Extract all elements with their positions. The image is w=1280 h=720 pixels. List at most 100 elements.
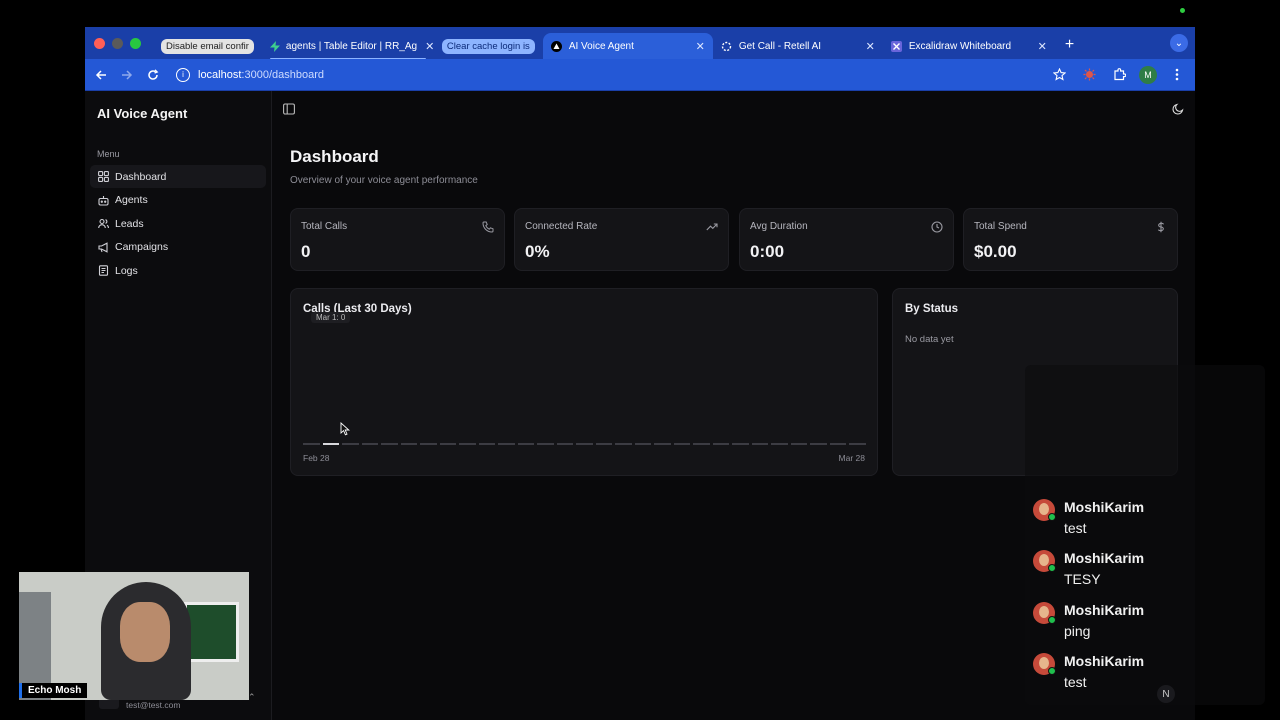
moon-icon[interactable]	[1172, 102, 1185, 115]
chart-bar[interactable]	[478, 443, 496, 445]
close-tab-icon[interactable]: ✕	[1038, 40, 1047, 53]
mouse-cursor-icon	[340, 421, 350, 436]
reload-icon[interactable]	[140, 62, 166, 88]
site-info-icon[interactable]: i	[176, 67, 190, 82]
chart-bar[interactable]	[361, 443, 379, 445]
close-window-button[interactable]	[94, 37, 105, 49]
chart-bar[interactable]	[322, 443, 340, 445]
dollar-icon	[1155, 220, 1167, 233]
chart-bar[interactable]	[498, 443, 515, 445]
chart-bar[interactable]	[537, 443, 554, 445]
sidebar-item-dashboard[interactable]: Dashboard	[90, 165, 266, 188]
stat-card-connected-rate: Connected Rate 0%	[514, 208, 729, 271]
online-badge-icon	[1048, 616, 1056, 624]
webcam-board	[184, 602, 239, 662]
chart-bar[interactable]	[732, 443, 749, 445]
supabase-icon	[269, 40, 280, 52]
logs-icon	[97, 265, 109, 277]
tab-disable-email[interactable]: Disable email confir	[153, 33, 262, 59]
online-badge-icon	[1048, 513, 1056, 521]
chart-bar[interactable]	[459, 443, 476, 445]
tab-label: Clear cache login is	[441, 38, 535, 54]
chart-bar[interactable]	[712, 443, 730, 445]
sidebar-item-logs[interactable]: Logs	[90, 259, 266, 282]
chart-bar[interactable]	[771, 443, 788, 445]
sidebar-item-leads[interactable]: Leads	[90, 212, 266, 235]
calls-chart-panel: Calls (Last 30 Days) Mar 1: 0 Feb 28 Mar…	[290, 288, 878, 476]
url-path: :3000/dashboard	[241, 68, 324, 81]
chart-bar[interactable]	[654, 443, 671, 445]
chart-bar[interactable]	[576, 443, 593, 445]
chat-author: MoshiKarim	[1064, 550, 1145, 566]
page-subtitle: Overview of your voice agent performance	[290, 175, 478, 186]
tab-clear-cache[interactable]: Clear cache login is	[434, 33, 543, 59]
stat-label: Total Calls	[301, 221, 348, 232]
grid-icon	[97, 171, 109, 183]
chat-text: test	[1064, 520, 1087, 536]
chart-bar[interactable]	[420, 443, 437, 445]
webcam-name-label: Echo Mosh	[19, 683, 88, 698]
sidebar-item-label: Agents	[115, 194, 148, 206]
chart-bar[interactable]	[829, 443, 847, 445]
tab-excalidraw[interactable]: Excalidraw Whiteboard ✕	[883, 33, 1055, 59]
users-icon	[97, 218, 109, 230]
chart-bar[interactable]	[303, 443, 320, 445]
tab-retell[interactable]: Get Call - Retell AI ✕	[713, 33, 883, 59]
minimize-window-button[interactable]	[112, 37, 123, 49]
close-tab-icon[interactable]: ✕	[696, 40, 705, 53]
stat-card-total-spend: Total Spend $0.00	[963, 208, 1178, 271]
chart-tooltip: Mar 1: 0	[311, 312, 351, 323]
chart-bar[interactable]	[634, 443, 652, 445]
chart-bar[interactable]	[595, 443, 613, 445]
browser-menu-icon[interactable]	[1167, 65, 1187, 85]
chat-text: test	[1064, 674, 1087, 690]
chat-app-logo-icon[interactable]: N	[1157, 685, 1175, 703]
stat-label: Connected Rate	[525, 221, 598, 232]
stat-value: $0.00	[974, 242, 1017, 261]
chart-bar[interactable]	[810, 443, 827, 445]
chart-bar[interactable]	[751, 443, 769, 445]
page-title: Dashboard	[290, 147, 379, 166]
sidebar-item-agents[interactable]: Agents	[90, 189, 266, 212]
maximize-window-button[interactable]	[130, 37, 141, 49]
stat-card-avg-duration: Avg Duration 0:00	[739, 208, 954, 271]
status-panel-title: By Status	[905, 303, 959, 315]
chart-bar[interactable]	[342, 443, 359, 445]
sidebar-toggle-icon[interactable]	[283, 102, 296, 115]
back-arrow-icon[interactable]	[88, 62, 114, 88]
online-badge-icon	[1048, 667, 1056, 675]
new-tab-button[interactable]: +	[1065, 36, 1074, 54]
tab-label: AI Voice Agent	[568, 40, 634, 52]
close-tab-icon[interactable]: ✕	[866, 40, 875, 53]
chart-bar[interactable]	[615, 443, 632, 445]
extension-virus-icon[interactable]	[1079, 65, 1099, 85]
tab-ai-voice-agent[interactable]: AI Voice Agent ✕	[542, 33, 713, 59]
bookmark-star-icon[interactable]	[1049, 65, 1069, 85]
tab-search-icon[interactable]: ⌄	[1170, 34, 1188, 52]
profile-avatar[interactable]: M	[1139, 65, 1157, 84]
chevron-updown-icon[interactable]: ⌃	[248, 692, 256, 703]
chart-bar[interactable]	[673, 443, 691, 445]
chart-bar[interactable]	[790, 443, 808, 445]
extensions-puzzle-icon[interactable]	[1109, 65, 1129, 85]
stat-label: Total Spend	[974, 221, 1027, 232]
address-bar[interactable]: i localhost:3000/dashboard	[172, 63, 1049, 87]
chart-bar[interactable]	[849, 443, 866, 445]
chart-bar[interactable]	[693, 443, 710, 445]
chart-bar[interactable]	[400, 443, 418, 445]
chart-bar[interactable]	[517, 443, 535, 445]
webcam-overlay: Echo Mosh	[19, 572, 249, 700]
tab-agents-table[interactable]: agents | Table Editor | RR_Ag ✕	[262, 33, 434, 60]
tab-label: Get Call - Retell AI	[738, 40, 822, 52]
sidebar-item-label: Logs	[115, 264, 138, 277]
chat-overlay: MoshiKarim test MoshiKarim TESY MoshiKar…	[1025, 365, 1265, 705]
stat-card-total-calls: Total Calls 0	[290, 208, 505, 271]
user-email: test@test.com	[126, 700, 181, 710]
chart-bar[interactable]	[439, 443, 457, 445]
chart-bar[interactable]	[381, 443, 398, 445]
sidebar-item-campaigns[interactable]: Campaigns	[90, 236, 266, 259]
sidebar-item-label: Campaigns	[115, 241, 169, 253]
chart-bar[interactable]	[556, 443, 574, 445]
status-indicator	[1180, 8, 1185, 13]
forward-arrow-icon[interactable]	[114, 62, 140, 88]
